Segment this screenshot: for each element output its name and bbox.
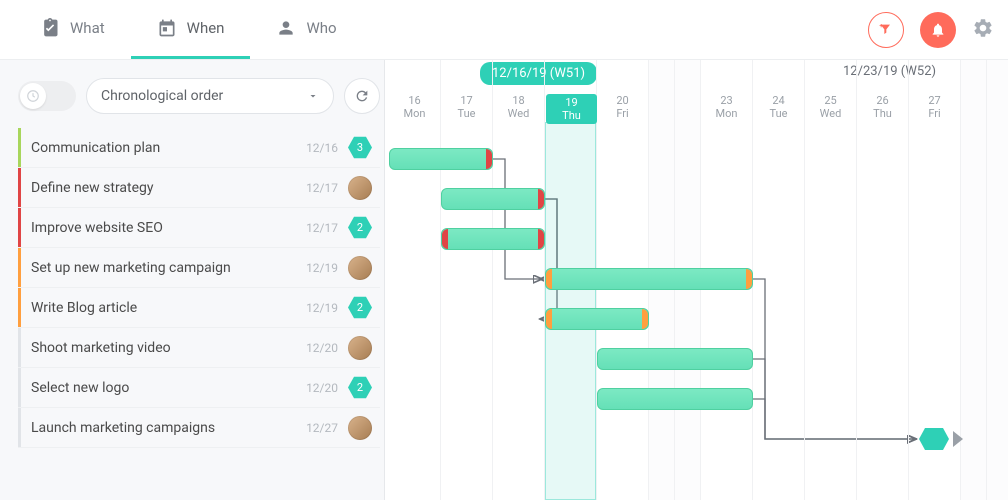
task-name: Communication plan (31, 140, 306, 156)
task-name: Shoot marketing video (31, 340, 306, 356)
task-color-stripe (18, 408, 21, 447)
day-column: 16Mon (389, 60, 441, 500)
notifications-button[interactable] (920, 12, 956, 48)
task-date: 12/19 (306, 261, 338, 275)
filter-plus-icon: + (878, 22, 894, 38)
task-count-badge: 2 (348, 216, 372, 240)
day-header: 23Mon (701, 94, 752, 120)
bell-icon (930, 22, 946, 38)
task-avatar (348, 416, 372, 440)
task-name: Improve website SEO (31, 220, 306, 236)
task-date: 12/20 (306, 341, 338, 355)
task-date: 12/16 (306, 141, 338, 155)
task-count-badge: 2 (348, 296, 372, 320)
task-name: Launch marketing campaigns (31, 420, 306, 436)
task-date: 12/17 (306, 181, 338, 195)
task-date: 12/17 (306, 221, 338, 235)
task-row[interactable]: Write Blog article12/19 2 (18, 288, 380, 328)
task-list: Communication plan12/16 3 Define new strat… (18, 128, 380, 448)
task-color-stripe (18, 168, 21, 207)
sort-select[interactable]: Chronological order (86, 78, 334, 114)
task-color-stripe (18, 368, 21, 407)
task-row[interactable]: Set up new marketing campaign12/19 (18, 248, 380, 288)
settings-button[interactable] (972, 17, 994, 43)
task-name: Write Blog article (31, 300, 306, 316)
gantt-timeline[interactable]: 12/16/19 (W51)12/23/19 (W52)16Mon17Tue18… (384, 60, 1008, 500)
task-row[interactable]: Improve website SEO12/17 2 (18, 208, 380, 248)
tab-who[interactable]: Who (250, 0, 362, 59)
day-header: 24Tue (753, 94, 804, 120)
svg-text:+: + (879, 22, 883, 30)
person-icon (276, 18, 296, 38)
task-row[interactable]: Communication plan12/16 3 (18, 128, 380, 168)
tab-when-label: When (187, 19, 225, 37)
task-controls: Chronological order (18, 78, 380, 114)
milestone-arrow-icon (953, 431, 963, 447)
day-column: 25Wed (805, 60, 857, 500)
day-header: 25Wed (805, 94, 856, 120)
task-row[interactable]: Launch marketing campaigns12/27 (18, 408, 380, 448)
day-header: 18Wed (493, 94, 544, 120)
top-navigation: What When Who + (0, 0, 1008, 60)
gantt-milestone[interactable] (919, 428, 949, 450)
day-column (961, 60, 987, 500)
task-count-badge: 2 (348, 376, 372, 400)
top-actions: + (868, 12, 994, 48)
task-count-badge: 3 (348, 136, 372, 160)
day-column: 18Wed (493, 60, 545, 500)
gantt-bar[interactable] (441, 188, 545, 210)
history-toggle[interactable] (18, 81, 76, 111)
chevron-down-icon (307, 90, 319, 102)
day-column: 17Tue (441, 60, 493, 500)
sort-label: Chronological order (101, 88, 223, 104)
gantt-bar[interactable] (545, 268, 753, 290)
task-date: 12/27 (306, 421, 338, 435)
day-header: 19Thu (546, 94, 597, 124)
task-avatar (348, 336, 372, 360)
calendar-icon (157, 18, 177, 38)
task-date: 12/19 (306, 301, 338, 315)
tab-when[interactable]: When (131, 0, 251, 59)
task-row[interactable]: Define new strategy12/17 (18, 168, 380, 208)
day-column: 26Thu (857, 60, 909, 500)
task-color-stripe (18, 288, 21, 327)
view-tabs: What When Who (14, 0, 363, 59)
day-header: 27Fri (909, 94, 960, 120)
task-avatar (348, 256, 372, 280)
day-header: 20Fri (597, 94, 648, 120)
gantt-bar[interactable] (597, 348, 753, 370)
gantt-bar[interactable] (389, 148, 493, 170)
task-panel: Chronological order Communication plan12… (0, 60, 384, 500)
task-color-stripe (18, 328, 21, 367)
refresh-button[interactable] (344, 78, 380, 114)
day-column: 24Tue (753, 60, 805, 500)
main-content: Chronological order Communication plan12… (0, 60, 1008, 500)
task-color-stripe (18, 248, 21, 287)
clipboard-icon (40, 18, 60, 38)
tab-what-label: What (70, 19, 105, 37)
gantt-bar[interactable] (597, 388, 753, 410)
gear-icon (972, 17, 994, 39)
tab-what[interactable]: What (14, 0, 131, 59)
task-row[interactable]: Shoot marketing video12/20 (18, 328, 380, 368)
task-date: 12/20 (306, 381, 338, 395)
day-header: 17Tue (441, 94, 492, 120)
day-column (987, 60, 1008, 500)
gantt-bar[interactable] (545, 308, 649, 330)
add-filter-button[interactable]: + (868, 12, 904, 48)
task-row[interactable]: Select new logo12/20 2 (18, 368, 380, 408)
refresh-icon (354, 88, 370, 104)
clock-icon (26, 89, 40, 103)
day-header: 16Mon (389, 94, 440, 120)
task-color-stripe (18, 128, 21, 167)
task-name: Set up new marketing campaign (31, 260, 306, 276)
task-name: Select new logo (31, 380, 306, 396)
day-header: 26Thu (857, 94, 908, 120)
task-color-stripe (18, 208, 21, 247)
tab-who-label: Who (306, 19, 336, 37)
task-avatar (348, 176, 372, 200)
task-name: Define new strategy (31, 180, 306, 196)
gantt-bar[interactable] (441, 228, 545, 250)
